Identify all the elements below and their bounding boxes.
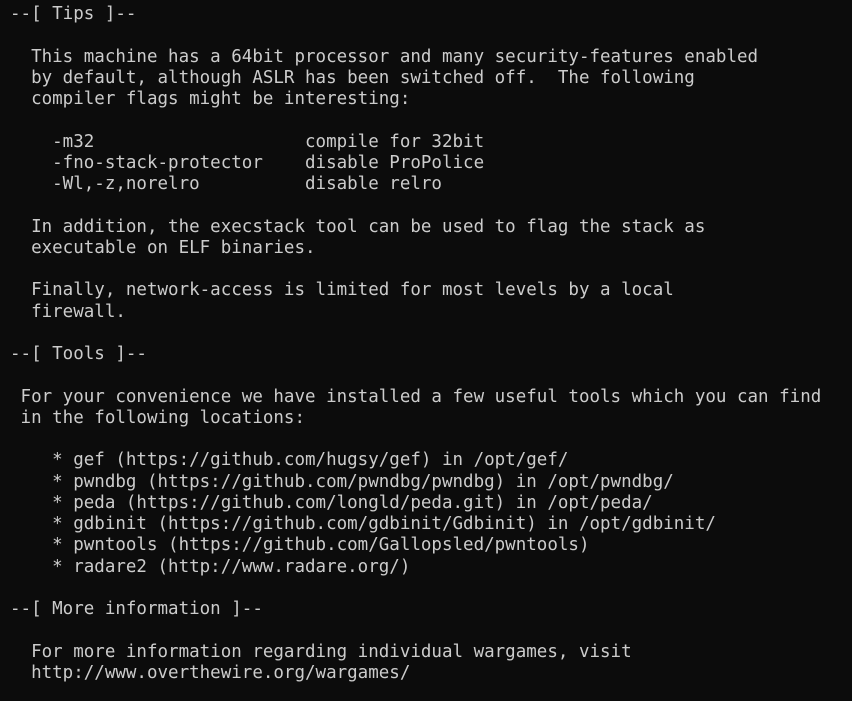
tools-text-line: in the following locations: — [10, 407, 306, 428]
tool-list-item: * pwndbg (https://github.com/pwndbg/pwnd… — [10, 471, 674, 492]
tips-text-line: firewall. — [10, 301, 126, 322]
tool-list-item: * gdbinit (https://github.com/gdbinit/Gd… — [10, 514, 716, 534]
tools-text-line: For your convenience we have installed a… — [10, 386, 822, 407]
tips-text-line: Finally, network-access is limited for m… — [10, 280, 674, 301]
section-heading-tools: --[ Tools ]-- — [10, 344, 147, 364]
compiler-flag-line: -Wl,-z,norelro disable relro — [10, 174, 442, 194]
compiler-flag-line: -fno-stack-protector disable ProPolice — [10, 152, 485, 173]
more-info-url-line: http://www.overthewire.org/wargames/ — [10, 662, 411, 683]
section-heading-more-information: --[ More information ]-- — [10, 599, 263, 619]
tips-text-line: In addition, the execstack tool can be u… — [10, 216, 706, 237]
compiler-flag-line: -m32 compile for 32bit — [10, 131, 485, 152]
tool-list-item: * gef (https://github.com/hugsy/gef) in … — [10, 450, 569, 471]
more-info-text-line: For more information regarding individua… — [10, 641, 632, 662]
tips-text-line: executable on ELF binaries. — [10, 237, 316, 258]
tool-list-item: * pwntools (https://github.com/Gallopsle… — [10, 535, 590, 556]
section-heading-tips: --[ Tips ]-- — [10, 4, 137, 24]
terminal-window[interactable]: --[ Tips ]-- This machine has a 64bit pr… — [0, 0, 852, 701]
tool-list-item: * radare2 (http://www.radare.org/) — [10, 556, 411, 577]
tips-text-line: compiler flags might be interesting: — [10, 89, 411, 109]
tool-list-item: * peda (https://github.com/longld/peda.g… — [10, 492, 653, 513]
tips-text-line: by default, although ASLR has been switc… — [10, 67, 695, 88]
tips-text-line: This machine has a 64bit processor and m… — [10, 46, 759, 67]
